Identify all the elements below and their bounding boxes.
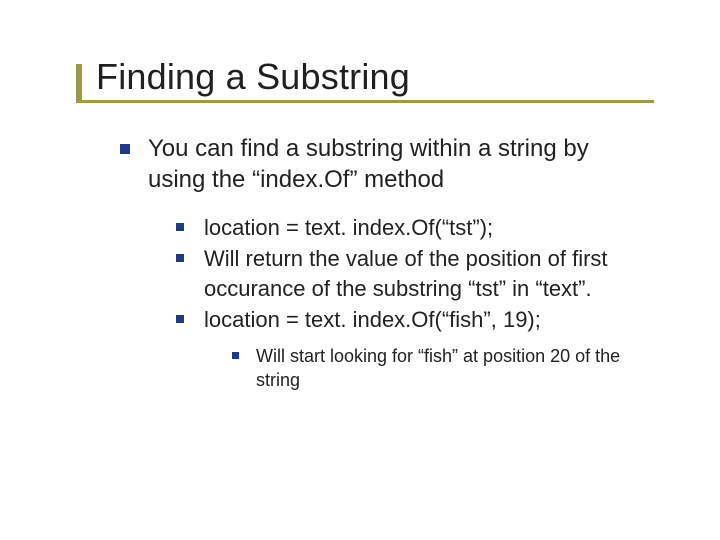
list-item: location = text. index.Of(“fish”, 19); W… <box>176 305 632 393</box>
bullet-list-level-1: You can find a substring within a string… <box>100 134 680 392</box>
bullet-text: location = text. index.Of(“tst”); <box>204 215 493 240</box>
bullet-list-level-3: Will start looking for “fish” at positio… <box>204 344 632 393</box>
bullet-list-level-2: location = text. index.Of(“tst”); Will r… <box>148 213 632 392</box>
square-bullet-icon <box>176 315 184 323</box>
bullet-text: You can find a substring within a string… <box>148 135 589 193</box>
bullet-text: Will return the value of the position of… <box>204 246 608 300</box>
title-block: Finding a Substring <box>96 56 680 98</box>
list-item: Will start looking for “fish” at positio… <box>232 344 632 393</box>
square-bullet-icon <box>120 144 130 154</box>
bullet-text: location = text. index.Of(“fish”, 19); <box>204 307 541 332</box>
square-bullet-icon <box>176 254 184 262</box>
slide: Finding a Substring You can find a subst… <box>0 0 720 540</box>
square-bullet-icon <box>232 352 239 359</box>
title-accent-underline <box>76 100 654 103</box>
list-item: You can find a substring within a string… <box>120 134 632 392</box>
list-item: location = text. index.Of(“tst”); <box>176 213 632 242</box>
list-item: Will return the value of the position of… <box>176 244 632 302</box>
bullet-text: Will start looking for “fish” at positio… <box>256 346 620 390</box>
title-accent-vertical <box>76 64 82 100</box>
slide-title: Finding a Substring <box>96 56 680 98</box>
square-bullet-icon <box>176 223 184 231</box>
